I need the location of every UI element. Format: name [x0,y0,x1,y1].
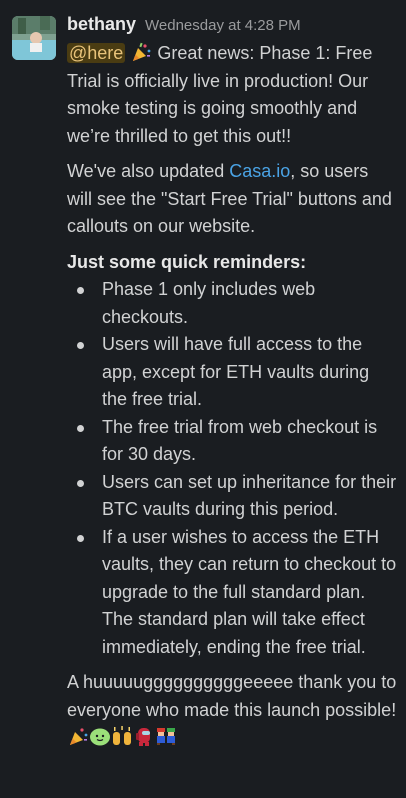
list-item: Phase 1 only includes web checkouts. [67,276,397,331]
blob-face-icon [89,725,111,747]
reminder-text: Users will have full access to the app, … [102,334,370,409]
reminder-text: If a user wishes to access the ETH vault… [102,526,397,657]
bullet-icon [77,424,84,432]
list-item: Users will have full access to the app, … [67,331,397,414]
bullet-icon [77,534,84,542]
party-popper-icon [67,725,89,747]
reminder-text: Phase 1 only includes web checkouts. [102,279,316,327]
among-us-crewmate-icon [133,725,155,747]
intro-paragraph: @here Great news: Phase 1: Free Trial is… [67,40,397,150]
reminder-text: The free trial from web checkout is for … [102,416,378,465]
message-timestamp[interactable]: Wednesday at 4:28 PM [145,17,301,34]
list-item: The free trial from web checkout is for … [67,414,397,469]
bullet-icon [77,479,84,487]
reminders-list: Phase 1 only includes web checkouts. Use… [67,276,397,661]
author-name[interactable]: bethany [67,14,136,35]
website-paragraph: We've also updated Casa.io, so users wil… [67,158,397,241]
mario-luigi-icon [155,725,177,747]
closing-paragraph: A huuuuuggggggggggeeeee thank you to eve… [67,669,397,752]
message-item: bethany Wednesday at 4:28 PM @here Great… [0,0,406,798]
list-item: If a user wishes to access the ETH vault… [67,524,397,662]
here-mention[interactable]: @here [67,43,126,63]
party-popper-icon [130,41,152,63]
avatar[interactable] [12,16,56,60]
list-item: Users can set up inheritance for their B… [67,469,397,524]
bullet-icon [77,342,84,349]
reminders-heading: Just some quick reminders: [67,251,307,272]
closing-text: A huuuuuggggggggggeeeee thank you to eve… [67,672,397,720]
reminder-text: Users can set up inheritance for their B… [102,471,397,520]
raised-hands-icon [111,725,133,747]
casa-link[interactable]: Casa.io [229,161,290,181]
bullet-icon [77,287,84,294]
para2-text-before: We've also updated [67,161,230,181]
